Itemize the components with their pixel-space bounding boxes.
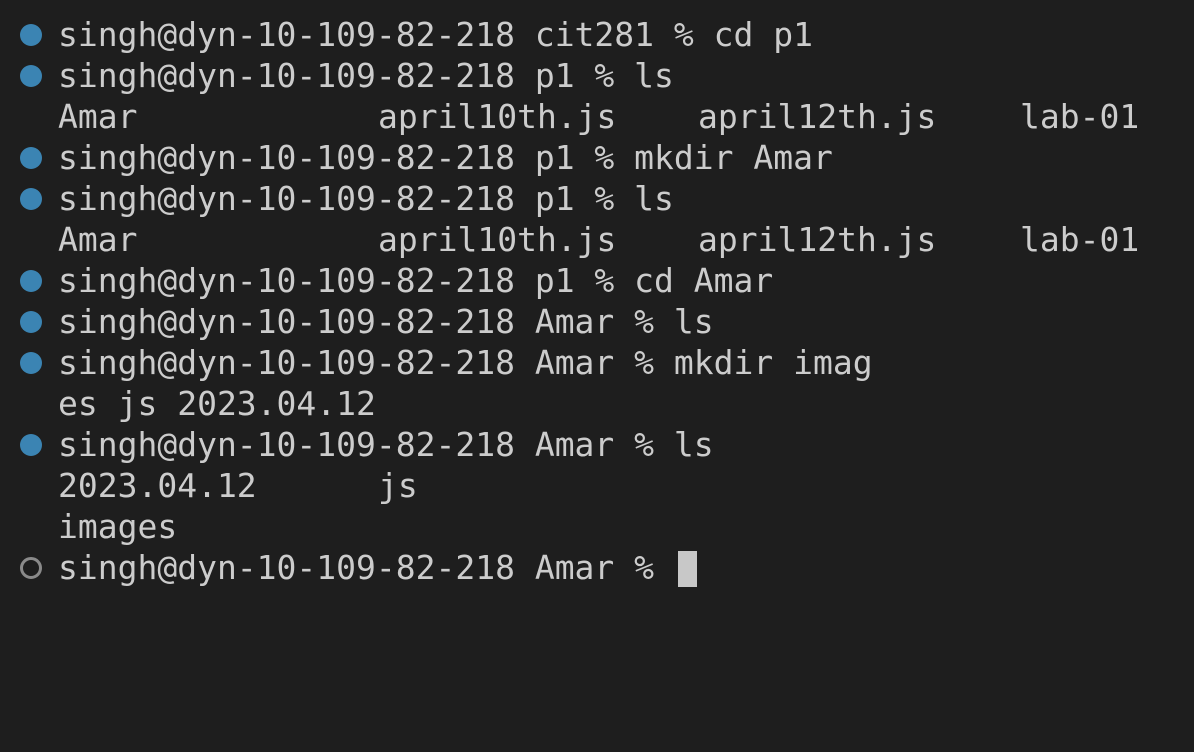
command-success-marker-icon[interactable] xyxy=(20,434,42,456)
command-success-marker-icon[interactable] xyxy=(20,311,42,333)
ls-entry: april12th.js xyxy=(698,97,937,136)
command-line: singh@dyn-10-109-82-218 p1 % cd Amar xyxy=(58,261,774,300)
terminal-line: 2023.04.12 js xyxy=(0,465,1194,506)
command-success-marker-icon[interactable] xyxy=(20,352,42,374)
terminal-line: singh@dyn-10-109-82-218 cit281 % cd p1 xyxy=(0,14,1194,55)
ls-entry: lab-01 xyxy=(1020,97,1140,136)
command-line: singh@dyn-10-109-82-218 cit281 % cd p1 xyxy=(58,15,813,54)
command-success-marker-icon[interactable] xyxy=(20,270,42,292)
command-pending-marker-icon xyxy=(20,557,42,579)
command-line: singh@dyn-10-109-82-218 p1 % ls xyxy=(58,56,674,95)
ls-entry: april12th.js xyxy=(698,220,937,259)
command-success-marker-icon[interactable] xyxy=(20,147,42,169)
command-line: singh@dyn-10-109-82-218 p1 % mkdir Amar xyxy=(58,138,833,177)
ls-entry: april10th.js xyxy=(378,220,617,259)
terminal-line: es js 2023.04.12 xyxy=(0,383,1194,424)
output-line: images xyxy=(58,507,178,546)
text-cursor xyxy=(678,551,697,587)
terminal-output[interactable]: singh@dyn-10-109-82-218 cit281 % cd p1 s… xyxy=(0,14,1194,588)
ls-entry: lab-01 xyxy=(1020,220,1140,259)
output-line: es js 2023.04.12 xyxy=(58,384,376,423)
terminal-line: singh@dyn-10-109-82-218 p1 % mkdir Amar xyxy=(0,137,1194,178)
terminal-line: singh@dyn-10-109-82-218 p1 % cd Amar xyxy=(0,260,1194,301)
command-line: singh@dyn-10-109-82-218 Amar % ls xyxy=(58,302,714,341)
ls-entry: Amar xyxy=(58,220,138,259)
terminal-prompt-line[interactable]: singh@dyn-10-109-82-218 Amar % xyxy=(0,547,1194,588)
ls-entry: Amar xyxy=(58,97,138,136)
command-line: singh@dyn-10-109-82-218 Amar % ls xyxy=(58,425,714,464)
terminal-line: singh@dyn-10-109-82-218 Amar % mkdir ima… xyxy=(0,342,1194,383)
terminal-line: Amar april10th.js april12th.js lab-01 xyxy=(0,219,1194,260)
ls-entry: april10th.js xyxy=(378,97,617,136)
terminal-line: Amar april10th.js april12th.js lab-01 xyxy=(0,96,1194,137)
command-line: singh@dyn-10-109-82-218 Amar % mkdir ima… xyxy=(58,343,873,382)
terminal-line: singh@dyn-10-109-82-218 p1 % ls xyxy=(0,178,1194,219)
ls-entry: 2023.04.12 xyxy=(58,466,257,505)
command-prompt: singh@dyn-10-109-82-218 Amar % xyxy=(58,548,674,587)
command-line: singh@dyn-10-109-82-218 p1 % ls xyxy=(58,179,674,218)
command-success-marker-icon[interactable] xyxy=(20,24,42,46)
command-success-marker-icon[interactable] xyxy=(20,188,42,210)
ls-entry: js xyxy=(378,466,418,505)
terminal-line: images xyxy=(0,506,1194,547)
terminal-line: singh@dyn-10-109-82-218 Amar % ls xyxy=(0,301,1194,342)
terminal-line: singh@dyn-10-109-82-218 Amar % ls xyxy=(0,424,1194,465)
terminal-line: singh@dyn-10-109-82-218 p1 % ls xyxy=(0,55,1194,96)
command-success-marker-icon[interactable] xyxy=(20,65,42,87)
